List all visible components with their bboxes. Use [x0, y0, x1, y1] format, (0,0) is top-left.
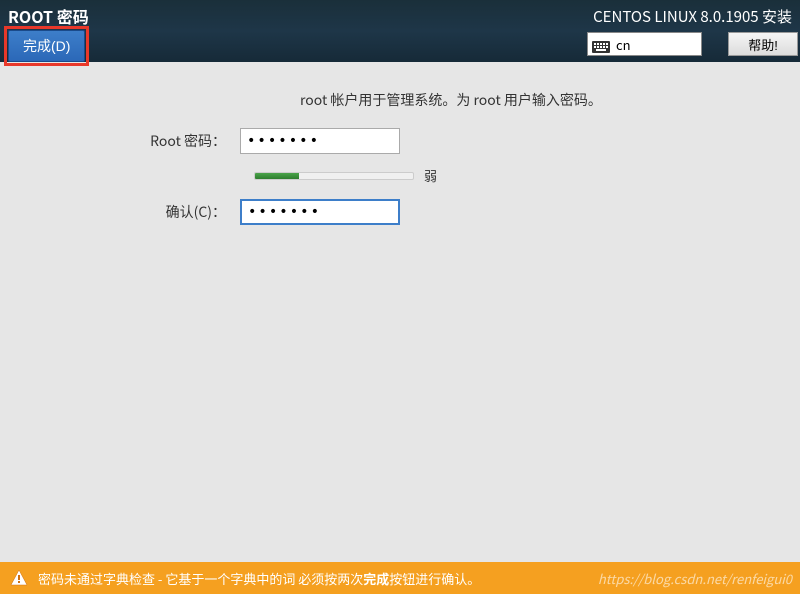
header-bar: ROOT 密码 完成(D) CENTOS LINUX 8.0.1905 安装 c…	[0, 0, 800, 62]
confirm-password-input[interactable]	[240, 199, 400, 225]
password-strength-fill	[255, 173, 299, 179]
password-strength-row: 弱	[145, 166, 655, 185]
watermark-text: https://blog.csdn.net/renfeigui0	[598, 569, 792, 588]
help-button[interactable]: 帮助!	[728, 32, 798, 56]
done-button[interactable]: 完成(D)	[8, 30, 85, 62]
os-label: CENTOS LINUX 8.0.1905 安装	[593, 6, 792, 27]
confirm-password-row: 确认(C)：	[145, 199, 655, 225]
instruction-text: root 帐户用于管理系统。为 root 用户输入密码。	[300, 90, 655, 110]
root-password-row: Root 密码：	[145, 128, 655, 154]
main-content: root 帐户用于管理系统。为 root 用户输入密码。 Root 密码： 弱 …	[0, 62, 800, 237]
warning-icon	[10, 569, 28, 587]
password-strength-meter	[254, 172, 414, 180]
keyboard-layout-selector[interactable]: cn	[587, 32, 702, 56]
warning-message: 密码未通过字典检查 - 它基于一个字典中的词 必须按两次完成按钮进行确认。	[38, 569, 480, 588]
done-button-highlight: 完成(D)	[4, 26, 89, 66]
password-strength-label: 弱	[424, 166, 437, 185]
confirm-password-label: 确认(C)：	[145, 202, 240, 222]
root-password-input[interactable]	[240, 128, 400, 154]
keyboard-icon	[592, 38, 610, 50]
root-password-label: Root 密码：	[145, 131, 240, 151]
keyboard-layout-code: cn	[616, 35, 631, 54]
page-title: ROOT 密码	[8, 4, 89, 28]
